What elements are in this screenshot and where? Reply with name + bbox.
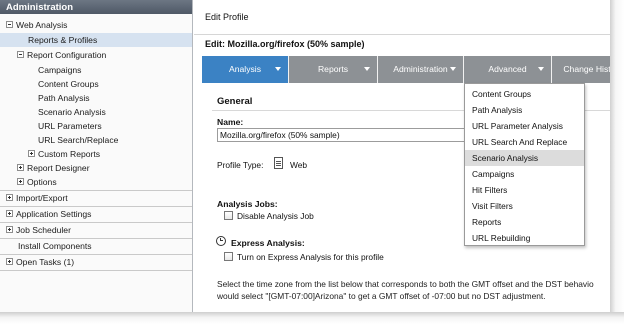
expand-icon[interactable]: [28, 150, 35, 158]
tab-reports[interactable]: Reports: [289, 56, 378, 83]
analysis-jobs-label: Analysis Jobs:: [217, 199, 278, 209]
sidebar-item-reports-profiles[interactable]: Reports & Profiles: [0, 33, 192, 47]
caret-down-icon: [275, 67, 281, 71]
menu-item-url-rebuilding[interactable]: URL Rebuilding: [465, 230, 584, 246]
expand-icon[interactable]: [6, 258, 13, 266]
sidebar-item-content-groups[interactable]: Content Groups: [0, 77, 192, 91]
window-edge-shadow: [0, 312, 624, 324]
timezone-description: Select the time zone from the list below…: [217, 278, 610, 302]
clock-icon: [216, 236, 226, 246]
sidebar-item-url-search-replace[interactable]: URL Search/Replace: [0, 133, 192, 147]
timezone-description-line: Select the time zone from the list below…: [217, 279, 594, 289]
title-divider: [194, 34, 610, 35]
sidebar-item-web-analysis[interactable]: Web Analysis: [0, 18, 192, 32]
sidebar-item-scenario-analysis[interactable]: Scenario Analysis: [0, 105, 192, 119]
sidebar-item-report-designer[interactable]: Report Designer: [0, 161, 192, 175]
tab-administration[interactable]: Administration: [378, 56, 464, 83]
expand-icon[interactable]: [6, 210, 13, 218]
sidebar-item-report-configuration[interactable]: Report Configuration: [0, 48, 192, 62]
tab-change-history[interactable]: Change Hist: [552, 56, 610, 83]
window-edge-shadow: [610, 0, 624, 324]
expand-icon[interactable]: [6, 194, 13, 202]
sidebar-item-import-export[interactable]: Import/Export: [0, 191, 192, 205]
express-analysis-label: Express Analysis:: [231, 238, 305, 248]
profile-type-value: Web: [290, 160, 308, 170]
tab-analysis[interactable]: Analysis: [202, 56, 289, 83]
sidebar-divider: [0, 270, 192, 271]
expand-icon[interactable]: [17, 164, 24, 172]
sidebar-item-job-scheduler[interactable]: Job Scheduler: [0, 223, 192, 237]
expand-icon[interactable]: [17, 178, 24, 186]
menu-item-visit-filters[interactable]: Visit Filters: [465, 198, 584, 214]
sidebar-item-application-settings[interactable]: Application Settings: [0, 207, 192, 221]
caret-down-icon: [364, 67, 370, 71]
caret-down-icon: [450, 67, 456, 71]
expand-icon[interactable]: [6, 226, 13, 234]
sidebar-item-options[interactable]: Options: [0, 175, 192, 189]
section-title-general: General: [217, 96, 253, 107]
sidebar-item-custom-reports[interactable]: Custom Reports: [0, 147, 192, 161]
sidebar-header: Administration: [0, 0, 192, 14]
sidebar-item-url-parameters[interactable]: URL Parameters: [0, 119, 192, 133]
timezone-description-line: would select "[GMT-07:00]Arizona" to get…: [217, 291, 546, 301]
sidebar-item-open-tasks[interactable]: Open Tasks (1): [0, 255, 192, 269]
document-icon: [274, 157, 283, 169]
collapse-icon[interactable]: [6, 21, 13, 29]
menu-item-url-search-and-replace[interactable]: URL Search And Replace: [465, 134, 584, 150]
profile-type-label: Profile Type:: [217, 160, 264, 170]
profile-edit-heading: Edit: Mozilla.org/firefox (50% sample): [205, 39, 365, 49]
disable-analysis-job-label: Disable Analysis Job: [237, 211, 314, 221]
menu-item-reports[interactable]: Reports: [465, 214, 584, 230]
menu-item-campaigns[interactable]: Campaigns: [465, 166, 584, 182]
advanced-dropdown-menu: Content Groups Path Analysis URL Paramet…: [464, 83, 585, 246]
disable-analysis-job-checkbox[interactable]: [224, 211, 233, 220]
name-label: Name:: [217, 117, 244, 127]
express-analysis-checkbox-label: Turn on Express Analysis for this profil…: [237, 252, 384, 262]
menu-item-hit-filters[interactable]: Hit Filters: [465, 182, 584, 198]
profile-name-input[interactable]: [217, 128, 467, 142]
profile-nav-bar: Analysis Reports Administration Advanced…: [202, 56, 610, 83]
express-analysis-checkbox[interactable]: [224, 252, 233, 261]
menu-item-path-analysis[interactable]: Path Analysis: [465, 102, 584, 118]
collapse-icon[interactable]: [17, 51, 24, 59]
sidebar: Administration Web Analysis Reports & Pr…: [0, 0, 193, 312]
menu-item-url-parameter-analysis[interactable]: URL Parameter Analysis: [465, 118, 584, 134]
menu-item-scenario-analysis[interactable]: Scenario Analysis: [465, 150, 584, 166]
sidebar-item-install-components[interactable]: Install Components: [0, 239, 192, 253]
menu-item-content-groups[interactable]: Content Groups: [465, 86, 584, 102]
caret-down-icon: [538, 67, 544, 71]
sidebar-item-campaigns[interactable]: Campaigns: [0, 63, 192, 77]
sidebar-item-path-analysis[interactable]: Path Analysis: [0, 91, 192, 105]
page-title: Edit Profile: [205, 12, 249, 22]
tab-advanced[interactable]: Advanced: [464, 56, 552, 83]
